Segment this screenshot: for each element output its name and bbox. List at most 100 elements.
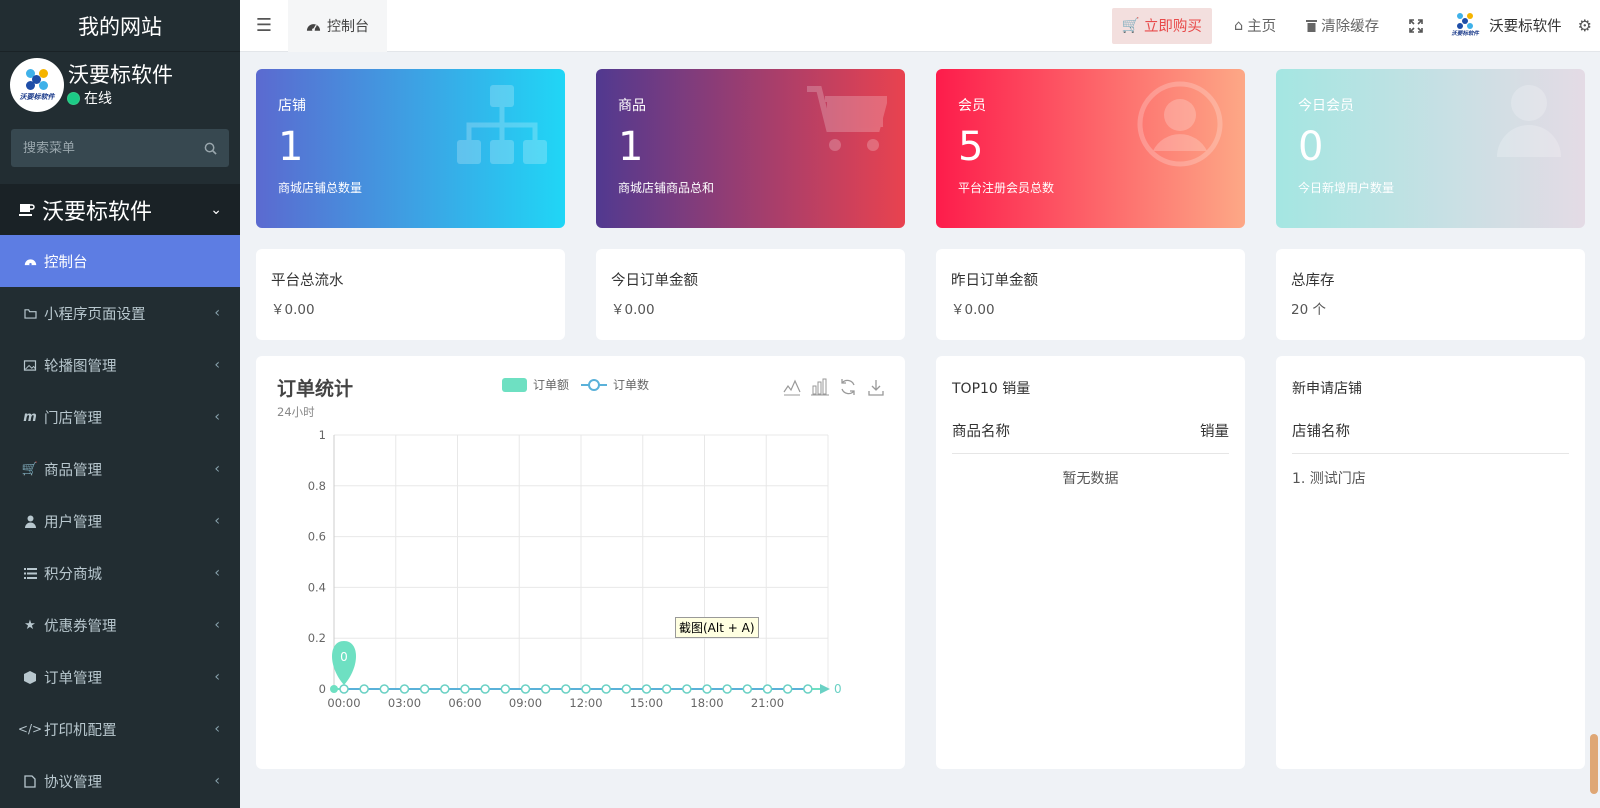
- fullscreen-button[interactable]: [1409, 18, 1423, 33]
- home-link[interactable]: ⌂ 主页: [1234, 15, 1276, 36]
- new-stores-title: 新申请店铺: [1292, 381, 1362, 397]
- user-status: 在线: [68, 88, 173, 108]
- sidebar-item-label: 轮播图管理: [44, 358, 117, 375]
- cart-icon: 🛒: [21, 461, 39, 477]
- data-point: [379, 684, 390, 694]
- info-card-2: 昨日订单金额 ￥0.00: [936, 249, 1245, 340]
- folder-icon: [22, 308, 38, 319]
- header-logo-text: 沃要标软件: [1451, 30, 1479, 37]
- info-value: ￥0.00: [611, 302, 655, 318]
- sidebar-item-label: 协议管理: [44, 774, 102, 791]
- x-tick-label: 18:00: [690, 696, 723, 710]
- menu-group-title: 沃要标软件: [42, 199, 153, 225]
- y-tick-label: 0.4: [308, 580, 326, 594]
- m-icon: m: [23, 409, 37, 425]
- sidebar-item-7[interactable]: ★ 优惠券管理 ‹: [0, 599, 240, 651]
- home-label: 主页: [1247, 19, 1277, 35]
- expand-icon: [1409, 18, 1423, 33]
- sidebar-item-5[interactable]: 用户管理 ‹: [0, 495, 240, 547]
- data-point: [500, 684, 511, 694]
- empty-state: 暂无数据: [1062, 471, 1119, 487]
- scrollbar-thumb[interactable]: [1590, 734, 1598, 794]
- sidebar-item-label: 订单管理: [44, 670, 102, 687]
- coffee-icon: [19, 203, 35, 216]
- chevron-left-icon: ‹: [214, 773, 220, 789]
- x-tick-label: 21:00: [751, 696, 784, 710]
- data-point: [601, 684, 611, 694]
- sidebar-item-6[interactable]: 积分商城 ‹: [0, 547, 240, 599]
- chevron-left-icon: ‹: [214, 617, 220, 633]
- sidebar-item-label: 用户管理: [44, 514, 102, 531]
- sidebar-item-label: 小程序页面设置: [44, 306, 146, 323]
- data-point: [399, 684, 410, 694]
- sidebar-item-label: 控制台: [44, 254, 88, 271]
- sidebar-item-3[interactable]: m 门店管理 ‹: [0, 391, 240, 443]
- search-icon[interactable]: [204, 142, 217, 155]
- x-tick-label: 09:00: [509, 696, 542, 710]
- tab-dashboard[interactable]: 控制台: [288, 0, 387, 52]
- chevron-left-icon: ‹: [214, 513, 220, 529]
- data-point: [742, 684, 753, 694]
- sidebar-item-8[interactable]: 订单管理 ‹: [0, 651, 240, 703]
- cart-icon: 🛒: [1121, 18, 1140, 34]
- data-point: [803, 684, 813, 694]
- data-point: [540, 684, 551, 694]
- site-title[interactable]: 我的网站: [0, 0, 240, 52]
- menu-group-header[interactable]: 沃要标软件 ⌄: [0, 184, 240, 235]
- data-point: [359, 684, 369, 694]
- col-store-name: 店铺名称: [1292, 424, 1350, 440]
- chevron-left-icon: ‹: [214, 461, 220, 477]
- info-card-1: 今日订单金额 ￥0.00: [596, 249, 905, 340]
- menu-search-input[interactable]: [23, 140, 173, 156]
- buy-now-button[interactable]: 🛒 立即购买: [1111, 7, 1212, 44]
- user-info: 沃要标软件 在线: [68, 62, 173, 108]
- stat-subtitle: 今日新增用户数量: [1298, 181, 1395, 195]
- info-value: ￥0.00: [271, 302, 315, 318]
- header-user[interactable]: 沃要标软件 沃要标软件: [1447, 12, 1562, 39]
- y-tick-label: 0.2: [308, 631, 326, 645]
- sitemap-icon: [457, 85, 547, 169]
- sidebar-item-label: 打印机配置: [44, 722, 117, 739]
- sidebar-item-4[interactable]: 🛒 商品管理 ‹: [0, 443, 240, 495]
- tab-label: 控制台: [327, 18, 369, 35]
- cube-icon: [22, 670, 38, 684]
- clear-cache-button[interactable]: 清除缓存: [1306, 15, 1379, 36]
- y-tick-label: 0.6: [308, 530, 326, 544]
- brand-logo-icon: 沃要标软件: [1447, 12, 1483, 39]
- data-point: [460, 684, 470, 694]
- y-tick-label: 1: [319, 428, 326, 442]
- trash-icon: [1306, 20, 1318, 32]
- sidebar-item-9[interactable]: </> 打印机配置 ‹: [0, 703, 240, 755]
- stat-card-3: 今日会员 0 今日新增用户数量: [1276, 69, 1585, 228]
- sidebar-item-1[interactable]: 小程序页面设置 ‹: [0, 287, 240, 339]
- new-stores-panel: 新申请店铺 店铺名称 1. 测试门店: [1276, 356, 1585, 769]
- chevron-left-icon: ‹: [214, 669, 220, 685]
- settings-button[interactable]: ⚙: [1578, 16, 1592, 35]
- data-point: [661, 684, 672, 694]
- sidebar-item-10[interactable]: 协议管理 ‹: [0, 755, 240, 807]
- data-point: [641, 684, 652, 694]
- stat-card-1: 商品 1 商城店铺商品总和: [596, 69, 905, 228]
- user-circle-icon: [1137, 81, 1223, 171]
- stat-subtitle: 商城店铺总数量: [278, 181, 363, 195]
- data-point: [621, 684, 632, 694]
- data-point: [520, 684, 531, 694]
- col-product-name: 商品名称: [952, 424, 1010, 440]
- sidebar-item-2[interactable]: 轮播图管理 ‹: [0, 339, 240, 391]
- stat-subtitle: 商城店铺商品总和: [618, 181, 715, 195]
- data-point: [440, 684, 450, 694]
- screenshot-tooltip: 截图(Alt + A): [675, 617, 759, 638]
- user-icon: [1497, 83, 1561, 161]
- menu-toggle-button[interactable]: ☰: [240, 0, 288, 52]
- sidebar-item-label: 优惠券管理: [44, 618, 117, 635]
- cart-icon: [807, 85, 889, 159]
- chevron-left-icon: ‹: [214, 565, 220, 581]
- info-title: 昨日订单金额: [951, 273, 1038, 289]
- stat-card-0: 店铺 1 商城店铺总数量: [256, 69, 565, 228]
- top10-table-header: 商品名称 销量: [952, 420, 1229, 454]
- store-row[interactable]: 1. 测试门店: [1292, 468, 1569, 488]
- logo-mark-icon: [24, 68, 50, 91]
- sidebar-item-0[interactable]: 控制台: [0, 235, 240, 287]
- list-icon: [22, 567, 38, 579]
- x-tick-label: 15:00: [630, 696, 663, 710]
